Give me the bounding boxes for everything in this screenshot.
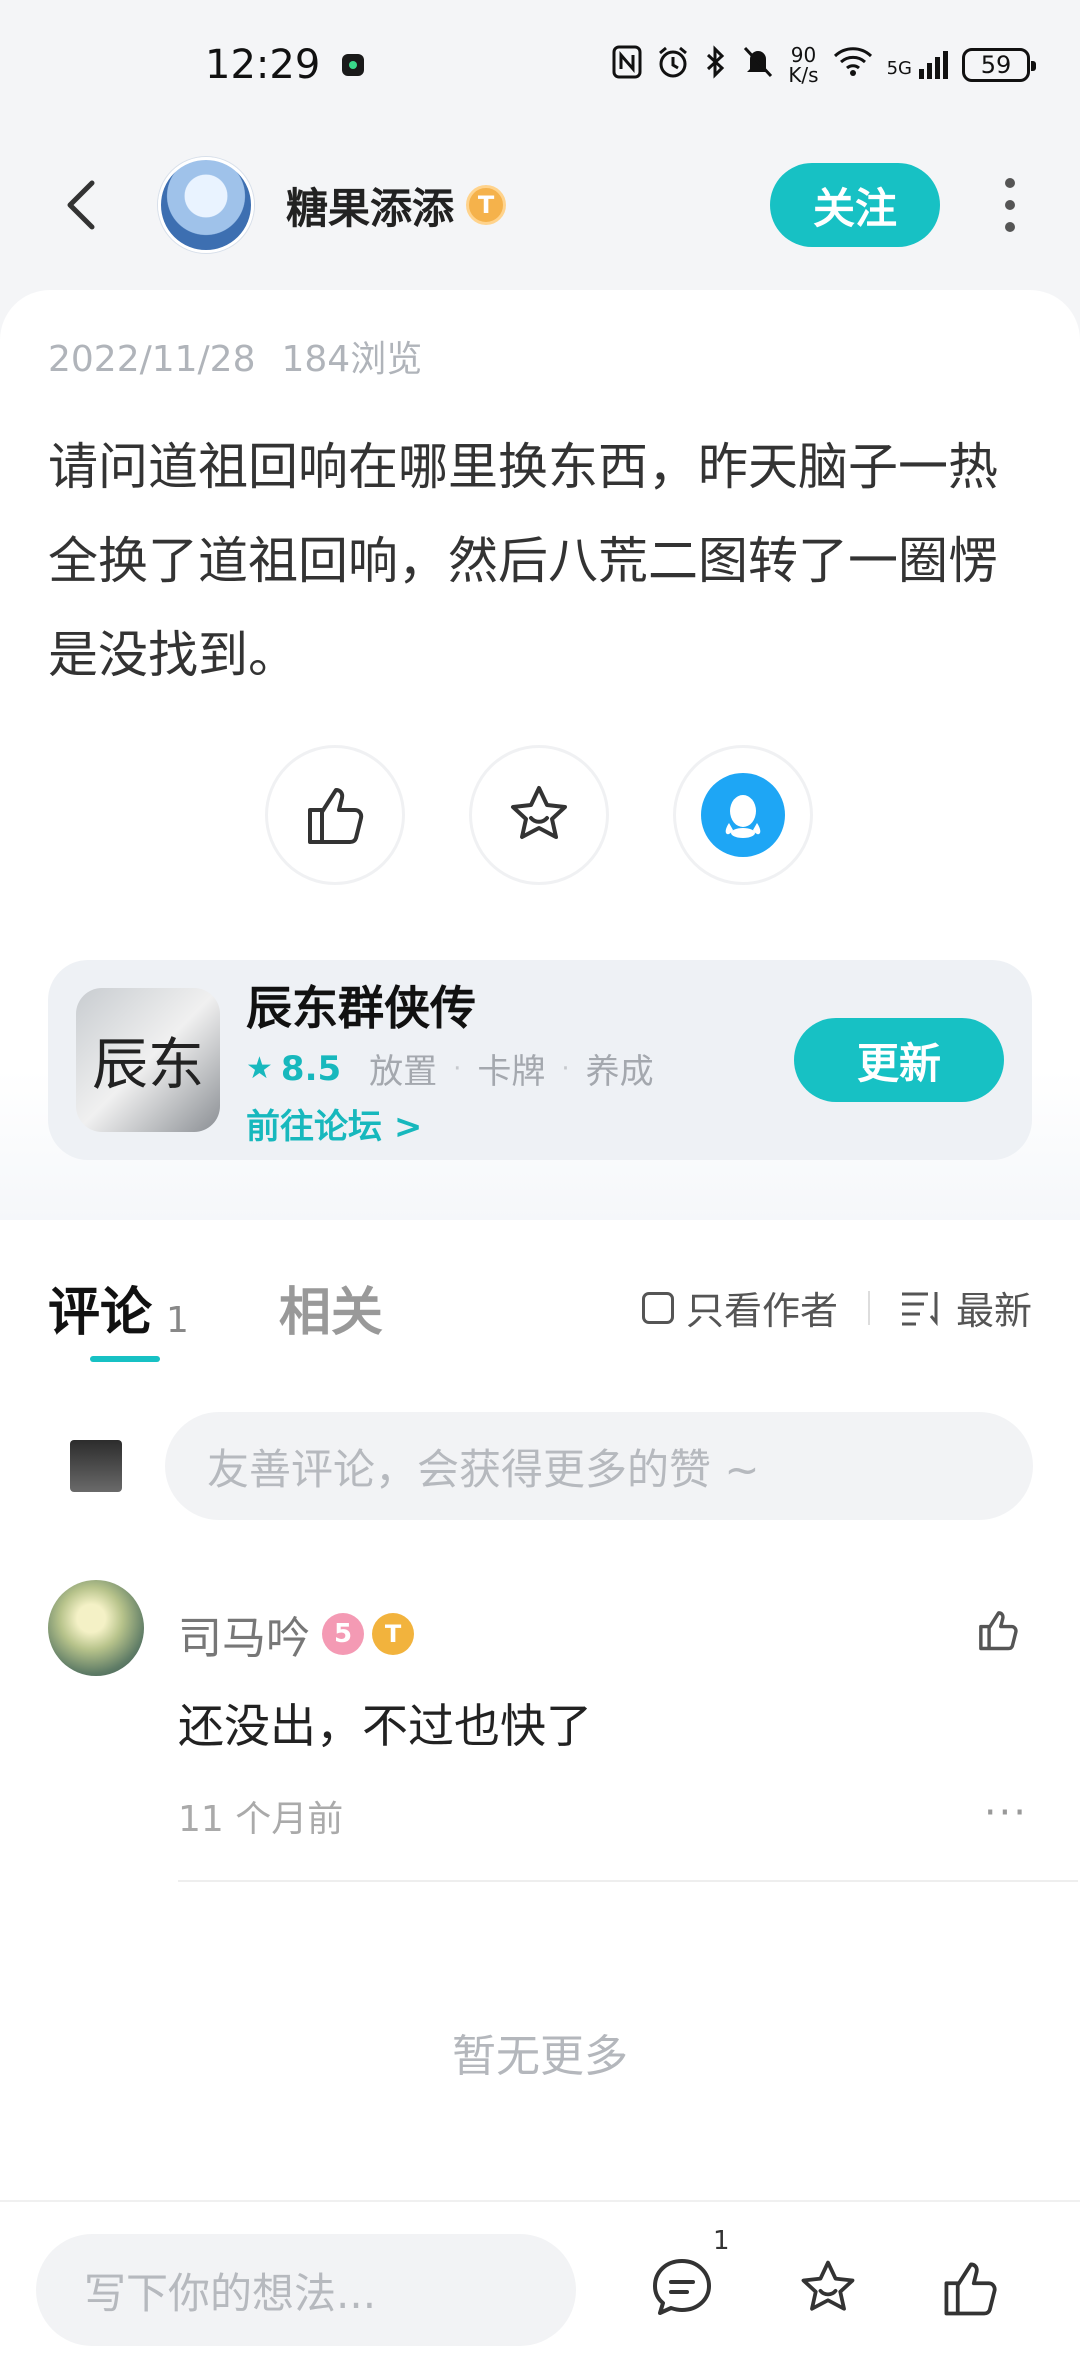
sort-label[interactable]: 最新 — [956, 1280, 1032, 1335]
comment-count: 1 — [166, 1300, 189, 1341]
like-bottom-button[interactable] — [932, 2250, 1008, 2326]
rank-badge: 5 — [322, 1613, 364, 1655]
star-icon — [801, 2260, 855, 2311]
current-user-avatar — [70, 1440, 122, 1492]
comment-tabs: 评论 1 相关 — [48, 1270, 383, 1345]
no-more-label: 暂无更多 — [452, 2031, 628, 2082]
thumbs-up-icon — [944, 2262, 997, 2316]
qq-icon — [701, 773, 785, 857]
comment-time: 11 个月前 — [178, 1799, 344, 1840]
comment-divider — [178, 1880, 1078, 1882]
comment-filters: 只看作者 最新 — [641, 1280, 1032, 1335]
post-header: 糖果添添 T 关注 — [0, 140, 1080, 270]
game-rating-row: ★ 8.5 放置 · 卡牌 · 养成 — [246, 1044, 654, 1093]
status-time: 12:29 — [205, 42, 365, 88]
comments-section: 评论 1 相关 只看作者 最新 友善评论，会获得更多的赞 ~ 司马吟 5 T 还… — [0, 1220, 1080, 2200]
post-content: 请问道祖回响在哪里换东西，昨天脑子一热全换了道祖回响，然后八荒二图转了一圈愣是没… — [48, 438, 998, 684]
game-tag: 卡牌 — [477, 1052, 546, 1092]
game-tag: 养成 — [585, 1052, 654, 1092]
net-speed: 90 K/s — [788, 43, 819, 87]
status-bar: 12:29 90 K/s 5G 59 — [0, 0, 1080, 130]
commenter-avatar[interactable] — [48, 1580, 144, 1676]
comment-more-icon[interactable]: ··· — [984, 1790, 1028, 1836]
status-icons: 90 K/s 5G 59 — [612, 43, 1036, 87]
signal-icon: 5G — [887, 51, 948, 79]
favorite-button[interactable] — [469, 745, 609, 885]
like-button[interactable] — [265, 745, 405, 885]
alarm-icon — [656, 45, 690, 86]
bluetooth-icon — [704, 44, 728, 86]
thumbs-up-icon — [979, 1611, 1018, 1651]
thumbs-up-icon — [308, 788, 364, 844]
tab-comments[interactable]: 评论 — [48, 1270, 152, 1345]
level-badge: T — [466, 185, 507, 225]
post-meta: 2022/11/28 184浏览 — [48, 330, 422, 382]
rating-star-icon: ★ — [246, 1051, 273, 1086]
share-qq-button[interactable] — [673, 745, 813, 885]
game-logo[interactable]: 辰东 — [76, 988, 220, 1132]
post-actions — [265, 745, 813, 885]
write-comment-input[interactable]: 写下你的想法... — [36, 2234, 576, 2346]
follow-button[interactable]: 关注 — [770, 163, 940, 247]
sort-icon[interactable] — [900, 1290, 942, 1326]
favorite-bottom-button[interactable] — [790, 2250, 866, 2326]
author-name[interactable]: 糖果添添 — [286, 175, 454, 236]
more-options-icon[interactable] — [980, 165, 1040, 245]
clock-text: 12:29 — [205, 42, 321, 88]
game-title[interactable]: 辰东群侠传 — [246, 972, 654, 1038]
comment-like-button[interactable] — [968, 1600, 1028, 1660]
level-badge: T — [372, 1613, 414, 1655]
commenter-name: 司马吟 5 T — [178, 1602, 414, 1666]
comment-text: 还没出，不过也快了 — [178, 1699, 592, 1753]
nfc-icon — [612, 45, 642, 86]
back-icon[interactable] — [40, 165, 120, 245]
comment-icon — [653, 2259, 711, 2315]
game-card[interactable]: 辰东 辰东群侠传 ★ 8.5 放置 · 卡牌 · 养成 前往论坛 > 更新 — [48, 960, 1032, 1160]
author-only-label[interactable]: 只看作者 — [686, 1280, 838, 1335]
tab-indicator — [90, 1356, 160, 1362]
author-only-checkbox[interactable] — [641, 1291, 674, 1324]
bottom-bar: 写下你的想法... 1 — [0, 2200, 1080, 2376]
game-rating: 8.5 — [280, 1048, 342, 1089]
game-info: 辰东群侠传 ★ 8.5 放置 · 卡牌 · 养成 前往论坛 > — [246, 972, 654, 1148]
game-tag: 放置 — [369, 1052, 438, 1092]
comment-count-badge: 1 — [713, 2226, 730, 2256]
wifi-icon — [833, 46, 873, 85]
post-card: 2022/11/28 184浏览 请问道祖回响在哪里换东西，昨天脑子一热全换了道祖… — [0, 290, 1080, 1220]
comment-input[interactable]: 友善评论，会获得更多的赞 ~ — [165, 1412, 1033, 1520]
app-indicator-icon — [342, 54, 365, 76]
comment-button[interactable] — [644, 2250, 720, 2326]
forum-link[interactable]: 前往论坛 > — [246, 1099, 654, 1148]
post-views: 184浏览 — [281, 339, 423, 380]
tab-related[interactable]: 相关 — [279, 1270, 383, 1345]
update-button[interactable]: 更新 — [794, 1018, 1004, 1102]
post-date: 2022/11/28 — [48, 339, 256, 380]
mute-icon — [742, 45, 774, 86]
star-icon — [511, 786, 567, 839]
author-avatar[interactable] — [158, 157, 254, 253]
battery-icon: 59 — [962, 48, 1036, 82]
